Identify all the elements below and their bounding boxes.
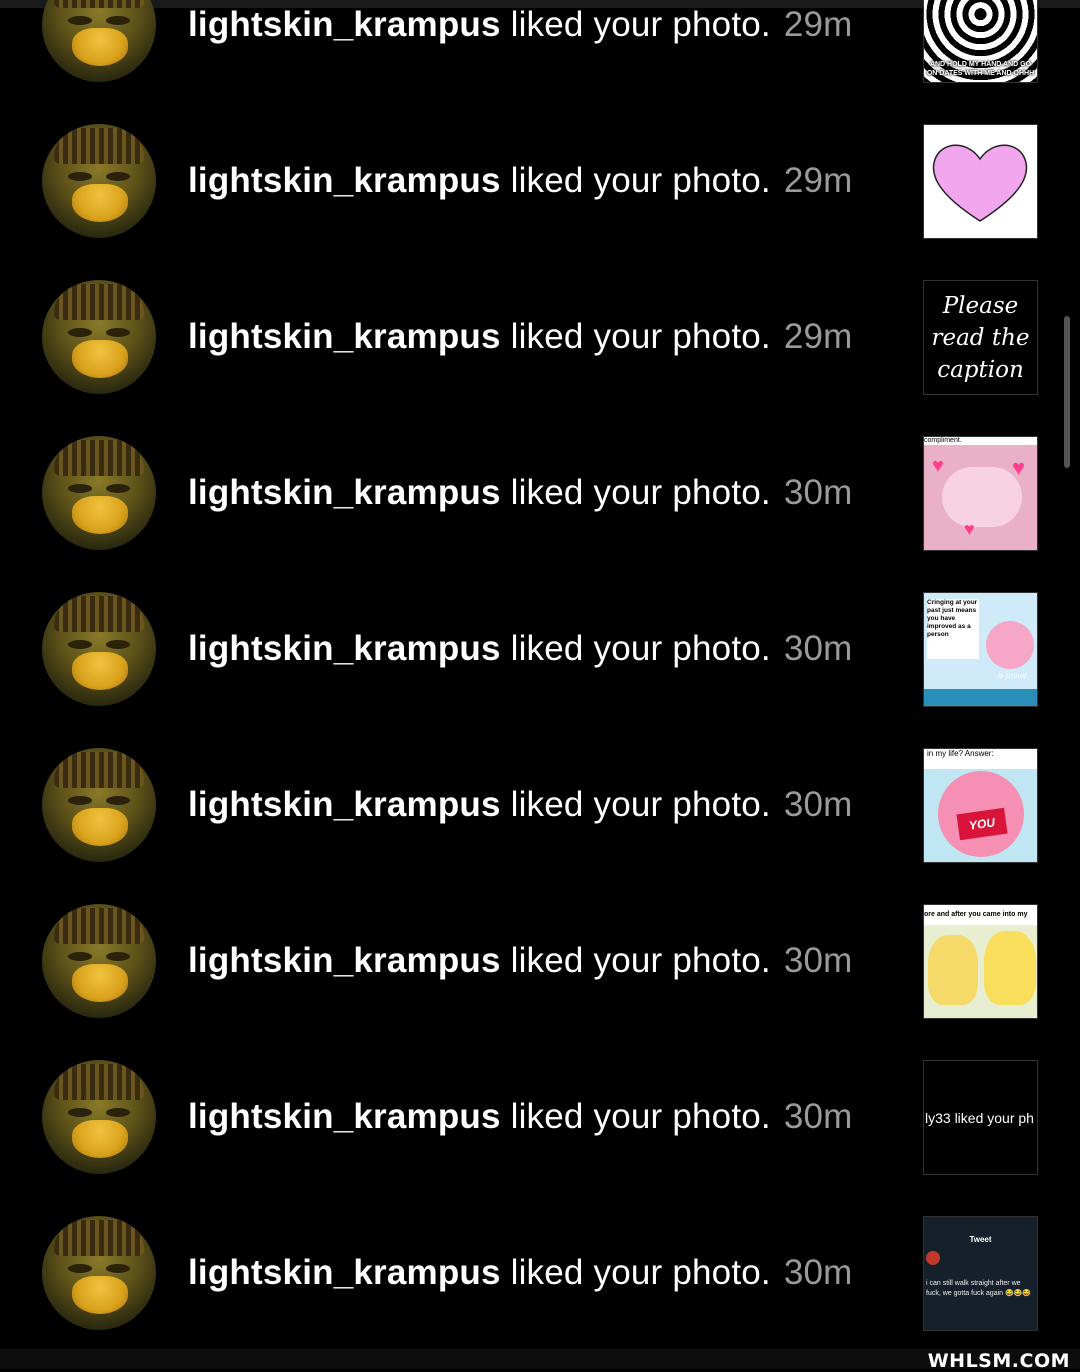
timestamp: 30m (783, 1253, 853, 1292)
avatar[interactable] (42, 1060, 156, 1174)
action-text: liked your photo. (510, 317, 771, 356)
timestamp: 30m (783, 785, 853, 824)
pikachu-image (984, 931, 1036, 1005)
post-thumbnail[interactable]: Please read the caption (923, 280, 1038, 395)
post-thumbnail[interactable]: Cringing at your past just means you hav… (923, 592, 1038, 707)
username[interactable]: lightskin_krampus (188, 161, 501, 201)
avatar[interactable] (42, 124, 156, 238)
thumbnail-caption: compliment. (924, 437, 1037, 445)
post-thumbnail[interactable]: in my life? Answer: YOU (923, 748, 1038, 863)
kirby-image (986, 621, 1034, 669)
post-thumbnail[interactable]: AND HOLD MY HAND AND GO ON DATES WITH ME… (923, 0, 1038, 83)
notification-row[interactable]: lightskin_krampus liked your photo. 30m o… (0, 904, 1080, 1060)
timestamp: 29m (783, 317, 853, 356)
username[interactable]: lightskin_krampus (188, 629, 501, 669)
bottom-bar (0, 1349, 1080, 1369)
tweet-text: i can still walk straight after we fuck,… (926, 1280, 1032, 1297)
notification-text: lightskin_krampus liked your photo. 30m (188, 904, 853, 1018)
username[interactable]: lightskin_krampus (188, 785, 501, 825)
notification-row[interactable]: lightskin_krampus liked your photo. 29m P… (0, 280, 1080, 436)
thumbnail-caption: in my life? Answer: (924, 749, 1037, 769)
avatar[interactable] (42, 0, 156, 82)
notification-row[interactable]: lightskin_krampus liked your photo. 30m i… (0, 748, 1080, 904)
action-text: liked your photo. (510, 785, 771, 824)
notification-row[interactable]: lightskin_krampus liked your photo. 30m l… (0, 1060, 1080, 1216)
thumbnail-subcaption: is proud (998, 671, 1027, 680)
scrollbar[interactable] (1064, 316, 1070, 468)
notification-text: lightskin_krampus liked your photo. 30m (188, 592, 853, 706)
username[interactable]: lightskin_krampus (188, 5, 501, 45)
timestamp: 29m (783, 5, 853, 44)
thumbnail-caption: AND HOLD MY HAND AND GO ON DATES WITH ME… (926, 61, 1035, 77)
username[interactable]: lightskin_krampus (188, 473, 501, 513)
post-thumbnail[interactable]: ly33 liked your ph (923, 1060, 1038, 1175)
thumbnail-caption: Please read the caption (931, 292, 1030, 383)
action-text: liked your photo. (510, 1097, 771, 1136)
avatar (926, 1251, 940, 1265)
notification-row[interactable]: lightskin_krampus liked your photo. 30m c… (0, 436, 1080, 592)
action-text: liked your photo. (510, 161, 771, 200)
post-thumbnail[interactable] (923, 124, 1038, 239)
notification-text: lightskin_krampus liked your photo. 30m (188, 748, 853, 862)
notification-text: lightskin_krampus liked your photo. 30m (188, 1060, 853, 1174)
timestamp: 30m (783, 629, 853, 668)
avatar[interactable] (42, 748, 156, 862)
avatar[interactable] (42, 1216, 156, 1330)
action-text: liked your photo. (510, 629, 771, 668)
action-text: liked your photo. (510, 1253, 771, 1292)
timestamp: 30m (783, 941, 853, 980)
avatar[interactable] (42, 436, 156, 550)
action-text: liked your photo. (510, 473, 771, 512)
username[interactable]: lightskin_krampus (188, 1253, 501, 1293)
action-text: liked your photo. (510, 5, 771, 44)
thumbnail-caption: ly33 liked your ph (925, 1109, 1034, 1126)
timestamp: 30m (783, 473, 853, 512)
thumbnail-caption: Cringing at your past just means you hav… (927, 599, 979, 659)
post-thumbnail[interactable]: ore and after you came into my (923, 904, 1038, 1019)
heart-icon (932, 144, 1028, 222)
heart-icon: ♥ (1012, 455, 1026, 480)
username[interactable]: lightskin_krampus (188, 317, 501, 357)
pikachu-image (928, 935, 978, 1005)
username[interactable]: lightskin_krampus (188, 941, 501, 981)
notification-text: lightskin_krampus liked your photo. 30m (188, 436, 853, 550)
notification-text: lightskin_krampus liked your photo. 30m (188, 1216, 853, 1330)
avatar[interactable] (42, 280, 156, 394)
axolotl-image (942, 467, 1022, 527)
notification-text: lightskin_krampus liked your photo. 29m (188, 0, 853, 82)
username[interactable]: lightskin_krampus (188, 1097, 501, 1137)
notification-text: lightskin_krampus liked your photo. 29m (188, 124, 853, 238)
notification-row[interactable]: lightskin_krampus liked your photo. 29m A… (0, 0, 1080, 124)
thumbnail-caption: ore and after you came into my (924, 905, 1037, 925)
heart-icon: ♥ (964, 519, 975, 539)
avatar[interactable] (42, 904, 156, 1018)
thumbnail-caption: Tweet (969, 1235, 992, 1244)
notification-text: lightskin_krampus liked your photo. 29m (188, 280, 853, 394)
notification-row[interactable]: lightskin_krampus liked your photo. 30m C… (0, 592, 1080, 748)
timestamp: 30m (783, 1097, 853, 1136)
avatar[interactable] (42, 592, 156, 706)
post-thumbnail[interactable]: Tweet i can still walk straight after we… (923, 1216, 1038, 1331)
notification-row[interactable]: lightskin_krampus liked your photo. 29m (0, 124, 1080, 280)
post-thumbnail[interactable]: compliment. ♥ ♥ ♥ (923, 436, 1038, 551)
heart-icon: ♥ (932, 455, 944, 477)
action-text: liked your photo. (510, 941, 771, 980)
timestamp: 29m (783, 161, 853, 200)
